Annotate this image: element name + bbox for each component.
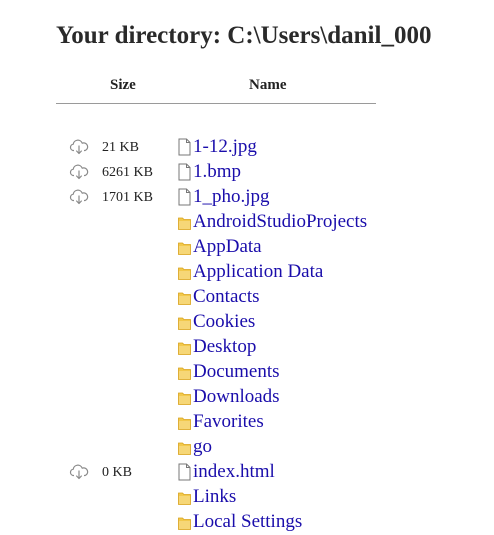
list-item: AppData — [0, 235, 494, 260]
folder-icon — [178, 513, 191, 531]
cloud-download-icon[interactable] — [69, 139, 89, 155]
folder-link[interactable]: go — [193, 436, 212, 458]
list-item: AndroidStudioProjects — [0, 210, 494, 235]
list-item: Links — [0, 485, 494, 510]
folder-link[interactable]: Favorites — [193, 411, 264, 433]
file-link[interactable]: 1.bmp — [193, 161, 241, 183]
folder-icon — [178, 238, 191, 256]
folder-icon — [178, 338, 191, 356]
file-icon — [178, 163, 191, 181]
cloud-download-icon[interactable] — [69, 189, 89, 205]
folder-link[interactable]: AndroidStudioProjects — [193, 211, 367, 233]
folder-link[interactable]: Application Data — [193, 261, 323, 283]
file-link[interactable]: 1_pho.jpg — [193, 186, 270, 208]
list-item: Contacts — [0, 285, 494, 310]
list-item: Desktop — [0, 335, 494, 360]
file-size: 21 KB — [102, 140, 139, 155]
folder-link[interactable]: Desktop — [193, 336, 256, 358]
folder-icon — [178, 488, 191, 506]
page-title: Your directory: C:\Users\danil_000 — [56, 22, 432, 49]
file-icon — [178, 188, 191, 206]
file-link[interactable]: 1-12.jpg — [193, 136, 257, 158]
list-item: Application Data — [0, 260, 494, 285]
cloud-download-icon[interactable] — [69, 164, 89, 180]
cloud-download-icon[interactable] — [69, 464, 89, 480]
file-size: 1701 KB — [102, 190, 153, 205]
folder-link[interactable]: Contacts — [193, 286, 260, 308]
list-item: 1701 KB 1_pho.jpg — [0, 185, 494, 210]
folder-icon — [178, 413, 191, 431]
folder-icon — [178, 388, 191, 406]
file-size: 6261 KB — [102, 165, 153, 180]
list-item: Downloads — [0, 385, 494, 410]
list-item: 0 KB index.html — [0, 460, 494, 485]
folder-link[interactable]: Local Settings — [193, 511, 302, 533]
list-item: 6261 KB 1.bmp — [0, 160, 494, 185]
size-column-header: Size — [110, 77, 136, 93]
folder-link[interactable]: AppData — [193, 236, 262, 258]
list-item: Cookies — [0, 310, 494, 335]
file-icon — [178, 138, 191, 156]
folder-link[interactable]: Cookies — [193, 311, 255, 333]
name-column-header: Name — [249, 77, 287, 93]
folder-icon — [178, 363, 191, 381]
folder-icon — [178, 313, 191, 331]
file-list: 21 KB 1-12.jpg 6261 KB 1.bmp 1701 KB 1_pho.jp… — [0, 135, 494, 535]
folder-icon — [178, 288, 191, 306]
list-item: 21 KB 1-12.jpg — [0, 135, 494, 160]
list-item: Favorites — [0, 410, 494, 435]
folder-link[interactable]: Documents — [193, 361, 280, 383]
list-item: go — [0, 435, 494, 460]
list-item: Documents — [0, 360, 494, 385]
folder-icon — [178, 213, 191, 231]
folder-icon — [178, 438, 191, 456]
folder-link[interactable]: Links — [193, 486, 236, 508]
list-item: Local Settings — [0, 510, 494, 535]
file-link[interactable]: index.html — [193, 461, 275, 483]
folder-icon — [178, 263, 191, 281]
file-icon — [178, 463, 191, 481]
file-size: 0 KB — [102, 465, 132, 480]
header-divider — [56, 103, 376, 104]
folder-link[interactable]: Downloads — [193, 386, 280, 408]
